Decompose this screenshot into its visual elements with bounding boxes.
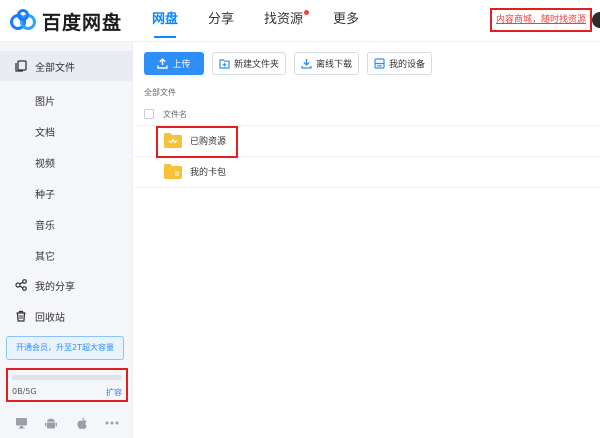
nav-tab-netdisk[interactable]: 网盘 bbox=[146, 0, 184, 42]
file-name[interactable]: 我的卡包 bbox=[190, 165, 226, 178]
file-list-header: 文件名 bbox=[134, 104, 600, 126]
select-all-checkbox[interactable] bbox=[144, 109, 154, 119]
expand-storage-link[interactable]: 扩容 bbox=[106, 387, 122, 398]
offline-download-button-label: 离线下载 bbox=[316, 60, 353, 70]
upload-button-label: 上传 bbox=[172, 60, 191, 70]
folder-icon bbox=[164, 163, 182, 179]
offline-download-button[interactable]: 离线下载 bbox=[294, 52, 360, 75]
purchased-folder-icon bbox=[164, 132, 182, 148]
file-row-my-card-wallet[interactable]: 我的卡包 bbox=[134, 157, 600, 188]
logo-text: 百度网盘 bbox=[42, 11, 123, 34]
sidebar-item-music[interactable]: 音乐 bbox=[35, 217, 55, 232]
apple-icon[interactable] bbox=[75, 416, 89, 430]
column-header-filename[interactable]: 文件名 bbox=[163, 109, 187, 120]
new-folder-button-label: 新建文件夹 bbox=[234, 60, 280, 70]
more-icon[interactable] bbox=[105, 416, 119, 430]
storage-used-text: 0B/5G bbox=[12, 387, 37, 396]
logo[interactable]: 百度网盘 bbox=[10, 8, 122, 34]
storage-progress-bar bbox=[12, 375, 122, 380]
file-browser: 上传 新建文件夹 离线下载 我的设备 全部文件 文件名 已购资源 我的卡包 bbox=[134, 42, 600, 438]
main-nav: 网盘 分享 找资源 更多 bbox=[146, 0, 383, 42]
nav-tab-find-resources-label: 找资源 bbox=[264, 12, 304, 27]
share-icon bbox=[15, 279, 27, 291]
breadcrumb[interactable]: 全部文件 bbox=[144, 87, 176, 98]
sidebar-item-recycle-bin[interactable]: 回收站 bbox=[0, 301, 133, 331]
device-icon bbox=[374, 58, 385, 69]
device-links bbox=[0, 416, 133, 432]
storage-usage: 0B/5G 扩容 bbox=[6, 368, 128, 402]
upload-icon bbox=[157, 58, 169, 69]
sidebar-item-images[interactable]: 图片 bbox=[35, 93, 55, 108]
file-row-purchased-resources[interactable]: 已购资源 bbox=[134, 126, 600, 157]
my-devices-button[interactable]: 我的设备 bbox=[367, 52, 433, 75]
notification-dot bbox=[304, 10, 310, 15]
sidebar: 全部文件 图片 文档 视频 种子 音乐 其它 我的分享 回收站 开通会员，升至2… bbox=[0, 42, 133, 438]
download-icon bbox=[301, 58, 312, 69]
top-bar: 百度网盘 网盘 分享 找资源 更多 内容商城，随时找资源 bbox=[0, 0, 600, 42]
avatar[interactable] bbox=[592, 12, 600, 28]
sidebar-item-my-share-label: 我的分享 bbox=[35, 281, 75, 293]
baidu-netdisk-logo-icon bbox=[10, 9, 36, 30]
sidebar-item-documents[interactable]: 文档 bbox=[35, 124, 55, 139]
sidebar-item-torrents[interactable]: 种子 bbox=[35, 186, 55, 201]
sidebar-item-other[interactable]: 其它 bbox=[35, 248, 55, 263]
content-store-link[interactable]: 内容商城，随时找资源 bbox=[490, 8, 592, 32]
new-folder-button[interactable]: 新建文件夹 bbox=[212, 52, 287, 75]
nav-tab-more[interactable]: 更多 bbox=[327, 0, 365, 42]
trash-icon bbox=[15, 310, 27, 322]
my-devices-button-label: 我的设备 bbox=[389, 60, 426, 70]
sidebar-item-recycle-bin-label: 回收站 bbox=[35, 312, 65, 324]
nav-tab-find-resources[interactable]: 找资源 bbox=[258, 0, 310, 42]
sidebar-item-all-files-label: 全部文件 bbox=[35, 62, 75, 74]
nav-tab-share[interactable]: 分享 bbox=[202, 0, 240, 42]
monitor-icon[interactable] bbox=[14, 416, 28, 430]
upload-button[interactable]: 上传 bbox=[144, 52, 204, 75]
android-icon[interactable] bbox=[44, 416, 58, 430]
files-icon bbox=[15, 60, 27, 72]
file-name[interactable]: 已购资源 bbox=[190, 134, 226, 147]
sidebar-item-videos[interactable]: 视频 bbox=[35, 155, 55, 170]
sidebar-item-all-files[interactable]: 全部文件 bbox=[0, 51, 133, 81]
new-folder-icon bbox=[219, 58, 230, 69]
sidebar-item-my-share[interactable]: 我的分享 bbox=[0, 270, 133, 300]
toolbar: 上传 新建文件夹 离线下载 我的设备 bbox=[144, 52, 440, 76]
vip-upgrade-button[interactable]: 开通会员，升至2T超大容量 bbox=[6, 336, 124, 360]
